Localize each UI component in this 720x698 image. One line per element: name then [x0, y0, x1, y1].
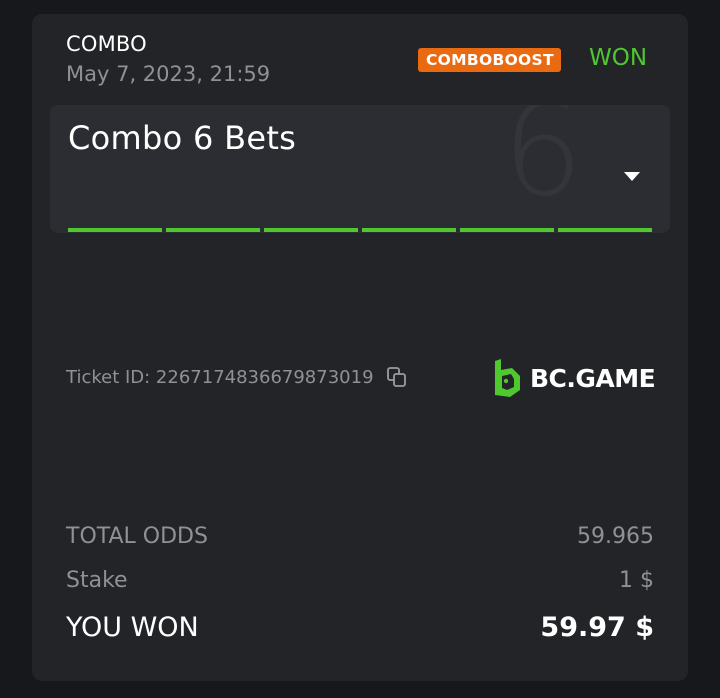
combo-toggle[interactable]: 6 Combo 6 Bets	[50, 105, 670, 233]
leg-progress-segment	[558, 228, 652, 232]
combo-title: Combo 6 Bets	[68, 119, 297, 157]
stake-row: Stake 1 $	[66, 568, 654, 593]
caret-down-icon[interactable]	[624, 172, 640, 181]
total-odds-value: 59.965	[577, 524, 654, 549]
brand: BC.GAME	[492, 358, 656, 398]
payout-label: YOU WON	[66, 612, 199, 643]
bet-type-title: COMBO	[66, 32, 147, 56]
leg-progress-segment	[460, 228, 554, 232]
stake-value: 1 $	[619, 568, 654, 593]
payout-row: YOU WON 59.97 $	[66, 612, 654, 643]
payout-value: 59.97 $	[540, 612, 654, 643]
ticket-id: Ticket ID: 2267174836679873019	[66, 366, 374, 388]
bet-datetime: May 7, 2023, 21:59	[66, 62, 271, 86]
leg-progress-segment	[264, 228, 358, 232]
ticket-row: Ticket ID: 2267174836679873019	[66, 366, 408, 388]
stake-label: Stake	[66, 568, 128, 593]
comboboost-badge: COMBOBOOST	[418, 48, 561, 72]
copy-icon[interactable]	[386, 366, 408, 388]
leg-progress-segment	[362, 228, 456, 232]
total-odds-row: TOTAL ODDS 59.965	[66, 524, 654, 549]
bc-game-logo-icon	[495, 359, 520, 397]
bet-card: COMBO May 7, 2023, 21:59 COMBOBOOST WON …	[32, 14, 688, 681]
leg-progress-segment	[68, 228, 162, 232]
legs-progress-bar	[68, 228, 652, 232]
leg-progress-segment	[166, 228, 260, 232]
combo-count-watermark: 6	[502, 105, 584, 225]
total-odds-label: TOTAL ODDS	[66, 524, 208, 549]
brand-name: BC.GAME	[530, 363, 656, 393]
status-label: WON	[589, 45, 648, 71]
